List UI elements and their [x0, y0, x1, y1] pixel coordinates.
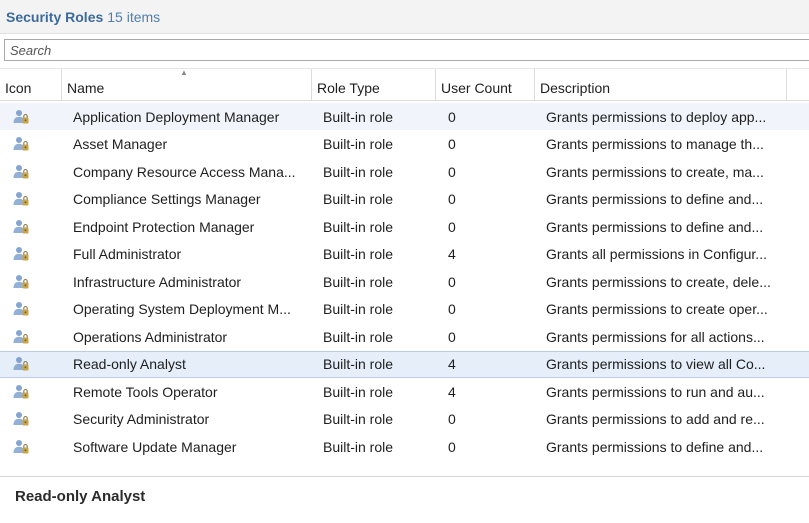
security-role-icon: [10, 378, 32, 405]
security-role-icon: [10, 103, 32, 130]
role-name: Compliance Settings Manager: [73, 191, 261, 207]
user-count: 4: [448, 356, 456, 372]
column-header-description[interactable]: Description: [535, 69, 787, 100]
user-count: 0: [448, 273, 456, 290]
role-name: Endpoint Protection Manager: [73, 218, 255, 235]
security-role-icon: [10, 433, 32, 460]
table-row[interactable]: Read-only Analyst Built-in role 4 Grants…: [0, 350, 809, 378]
column-header-user-count[interactable]: User Count: [436, 69, 535, 100]
role-type: Built-in role: [323, 191, 394, 207]
security-role-icon: [10, 158, 32, 185]
details-pane: Read-only Analyst: [0, 476, 809, 523]
user-count: 0: [448, 328, 456, 345]
user-count: 0: [448, 218, 456, 235]
role-type: Built-in role: [323, 108, 394, 125]
table-row[interactable]: Security Administrator Built-in role 0 G…: [0, 406, 809, 433]
role-name: Security Administrator: [73, 411, 210, 427]
search-box[interactable]: [4, 39, 809, 61]
role-type: Built-in role: [323, 438, 394, 455]
user-count: 0: [448, 301, 456, 317]
table-row[interactable]: Remote Tools Operator Built-in role 4 Gr…: [0, 378, 809, 405]
table-row[interactable]: Software Update Manager Built-in role 0 …: [0, 433, 809, 460]
role-name: Asset Manager: [73, 136, 168, 152]
role-description: Grants permissions to define and...: [546, 218, 764, 235]
user-count: 4: [448, 246, 456, 262]
role-description: Grants permissions to deploy app...: [546, 108, 767, 125]
user-count: 4: [448, 383, 456, 400]
role-name: Application Deployment Manager: [73, 108, 280, 125]
column-header-icon[interactable]: Icon: [0, 69, 62, 100]
security-role-icon: [10, 406, 32, 433]
table-row[interactable]: Operations Administrator Built-in role 0…: [0, 323, 809, 350]
column-header-name[interactable]: ▲ Name: [62, 69, 312, 100]
search-input[interactable]: [5, 40, 809, 60]
role-description: Grants permissions to define and...: [546, 438, 764, 455]
role-name: Software Update Manager: [73, 438, 237, 455]
column-header-icon-label: Icon: [5, 80, 32, 96]
role-type: Built-in role: [323, 136, 394, 152]
column-header-name-label: Name: [67, 80, 105, 96]
user-count: 0: [448, 438, 456, 455]
table-row[interactable]: Asset Manager Built-in role 0 Grants per…: [0, 131, 809, 158]
column-header-role-type-label: Role Type: [317, 80, 380, 96]
role-description: Grants permissions to create, dele...: [546, 273, 771, 290]
role-description: Grants all permissions in Configur...: [546, 246, 767, 262]
role-name: Operations Administrator: [73, 328, 228, 345]
role-description: Grants permissions to view all Co...: [546, 356, 766, 372]
table-row[interactable]: Infrastructure Administrator Built-in ro…: [0, 268, 809, 295]
column-header-row: Icon ▲ Name Role Type User Count Descrip…: [0, 68, 809, 101]
table-row[interactable]: Full Administrator Built-in role 4 Grant…: [0, 241, 809, 268]
table-row[interactable]: Application Deployment Manager Built-in …: [0, 103, 809, 130]
security-role-icon: [10, 296, 32, 323]
security-role-icon: [10, 352, 32, 377]
details-title: Read-only Analyst: [15, 488, 146, 505]
column-header-user-count-label: User Count: [441, 80, 512, 96]
role-type: Built-in role: [323, 383, 394, 400]
pane-title: Security Roles: [6, 8, 104, 25]
table-row[interactable]: Company Resource Access Mana... Built-in…: [0, 158, 809, 185]
security-role-icon: [10, 213, 32, 240]
role-type: Built-in role: [323, 273, 394, 290]
role-description: Grants permissions to create, ma...: [546, 163, 764, 180]
role-name: Read-only Analyst: [73, 356, 186, 372]
security-role-icon: [10, 268, 32, 295]
table-row[interactable]: Endpoint Protection Manager Built-in rol…: [0, 213, 809, 240]
role-description: Grants permissions to create oper...: [546, 301, 768, 317]
security-role-icon: [10, 241, 32, 268]
user-count: 0: [448, 191, 456, 207]
role-type: Built-in role: [323, 218, 394, 235]
role-type: Built-in role: [323, 301, 394, 317]
security-role-icon: [10, 323, 32, 350]
item-count: 15 items: [107, 8, 161, 25]
user-count: 0: [448, 411, 456, 427]
role-type: Built-in role: [323, 163, 394, 180]
security-role-icon: [10, 131, 32, 158]
role-description: Grants permissions to define and...: [546, 191, 764, 207]
role-type: Built-in role: [323, 328, 394, 345]
user-count: 0: [448, 108, 456, 125]
role-name: Company Resource Access Mana...: [73, 163, 296, 180]
role-name: Remote Tools Operator: [73, 383, 218, 400]
table-row[interactable]: Compliance Settings Manager Built-in rol…: [0, 186, 809, 213]
user-count: 0: [448, 163, 456, 180]
role-type: Built-in role: [323, 411, 394, 427]
role-name: Full Administrator: [73, 246, 182, 262]
role-type: Built-in role: [323, 356, 394, 372]
role-description: Grants permissions to manage th...: [546, 136, 764, 152]
sort-ascending-icon: ▲: [180, 68, 188, 77]
security-roles-pane: Security Roles 15 items Icon ▲ Name Role…: [0, 0, 809, 523]
role-name: Infrastructure Administrator: [73, 273, 242, 290]
column-header-description-label: Description: [540, 80, 611, 96]
role-description: Grants permissions to run and au...: [546, 383, 765, 400]
role-description: Grants permissions to add and re...: [546, 411, 765, 427]
column-header-role-type[interactable]: Role Type: [312, 69, 436, 100]
user-count: 0: [448, 136, 456, 152]
role-description: Grants permissions for all actions...: [546, 328, 765, 345]
role-type: Built-in role: [323, 246, 394, 262]
table-row[interactable]: Operating System Deployment M... Built-i…: [0, 296, 809, 323]
role-name: Operating System Deployment M...: [73, 301, 291, 317]
security-role-icon: [10, 186, 32, 213]
pane-header: Security Roles 15 items: [0, 0, 809, 34]
